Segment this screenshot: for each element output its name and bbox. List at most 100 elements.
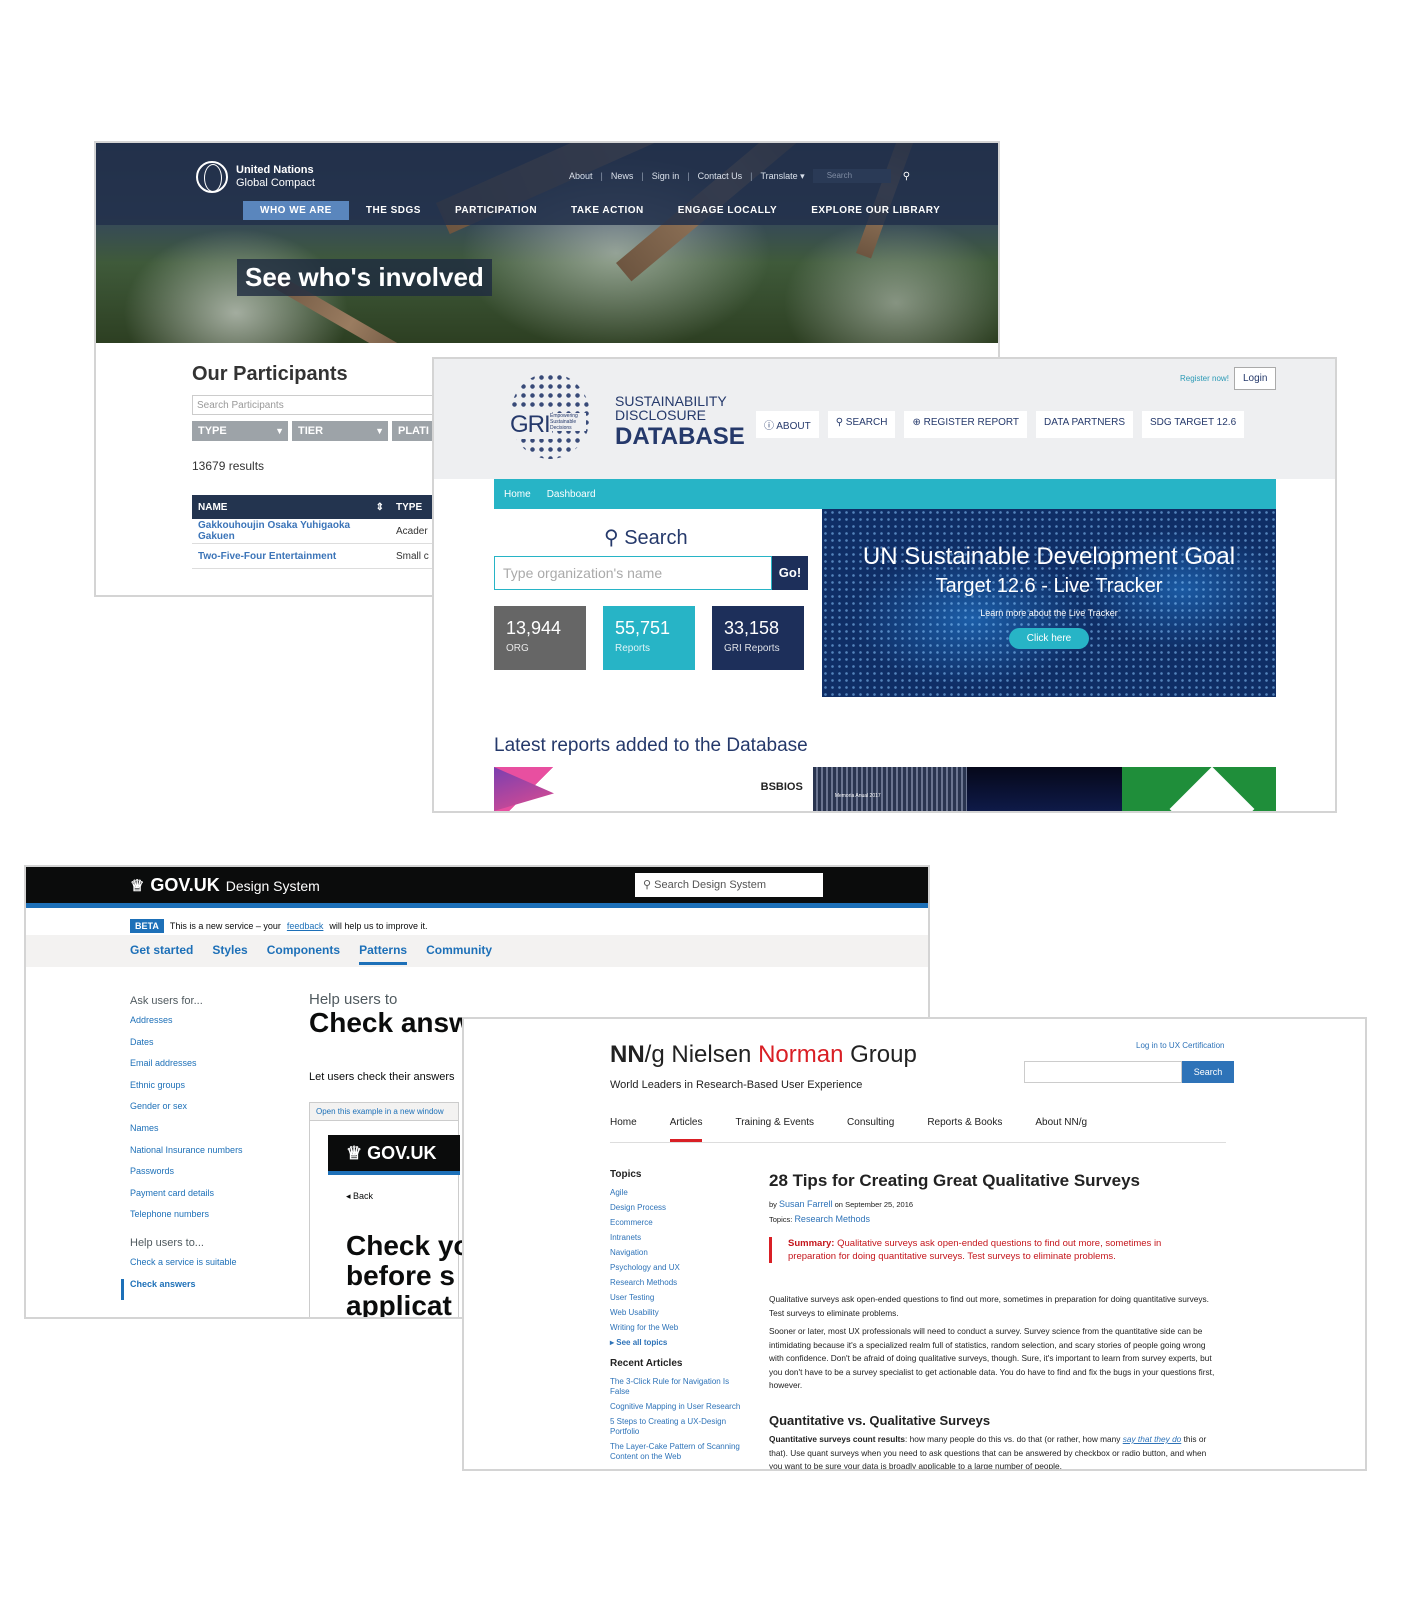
sidebar-item-email[interactable]: Email addresses <box>130 1058 243 1080</box>
sidebar-item-check-answers[interactable]: Check answers <box>121 1278 243 1301</box>
say-that-they-do-link[interactable]: say that they do <box>1123 1434 1182 1444</box>
article-byline: by Susan Farrell on September 25, 2016 T… <box>769 1197 913 1227</box>
nav-sdg-target[interactable]: SDG TARGET 12.6 <box>1142 411 1245 438</box>
ungc-logo[interactable]: United Nations Global Compact <box>196 161 315 193</box>
utility-signin[interactable]: Sign in <box>652 171 680 181</box>
nav-search[interactable]: ⚲ SEARCH <box>827 411 896 438</box>
see-all-topics-link[interactable]: ▸ See all topics <box>610 1335 680 1350</box>
design-system-search-input[interactable]: ⚲ Search Design System <box>635 873 823 897</box>
nav-about-nng[interactable]: About NN/g <box>1035 1117 1087 1142</box>
search-icon[interactable]: ⚲ <box>903 171 910 182</box>
login-button[interactable]: Login <box>1234 367 1277 390</box>
nav-explore-library[interactable]: EXPLORE OUR LIBRARY <box>794 201 957 220</box>
govuk-logo[interactable]: ♕ GOV.UK Design System <box>130 875 320 896</box>
search-button[interactable]: Search <box>1182 1061 1234 1083</box>
nav-who-we-are[interactable]: WHO WE ARE <box>243 201 349 220</box>
column-header-name[interactable]: NAME ⇕ <box>192 495 390 519</box>
nav-participation[interactable]: PARTICIPATION <box>438 201 554 220</box>
filter-type[interactable]: TYPE ▼ <box>192 421 288 441</box>
report-thumbnail[interactable]: BSBIOS <box>648 767 813 811</box>
topic-link[interactable]: Psychology and UX <box>610 1260 680 1275</box>
report-thumbnail[interactable] <box>967 767 1122 811</box>
column-header-type[interactable]: TYPE <box>390 495 435 519</box>
logo-line1: United Nations <box>236 164 314 176</box>
nav-training-events[interactable]: Training & Events <box>735 1117 814 1142</box>
tab-get-started[interactable]: Get started <box>130 943 193 965</box>
tab-community[interactable]: Community <box>426 943 492 965</box>
tab-patterns[interactable]: Patterns <box>359 943 408 965</box>
breadcrumb-home[interactable]: Home <box>504 489 531 500</box>
nav-engage-locally[interactable]: ENGAGE LOCALLY <box>661 201 794 220</box>
utility-translate[interactable]: Translate ▾ <box>760 171 804 182</box>
nav-about[interactable]: ⓘ ABOUT <box>756 411 819 438</box>
nav-articles[interactable]: Articles <box>669 1117 703 1142</box>
topic-link[interactable]: Web Usability <box>610 1305 680 1320</box>
sidebar-item-payment-card[interactable]: Payment card details <box>130 1188 243 1210</box>
topic-link[interactable]: User Testing <box>610 1290 680 1305</box>
participants-search-input[interactable]: Search Participants <box>192 395 452 415</box>
gri-logo[interactable]: GRI Empowering Sustainable Decisions <box>510 373 592 463</box>
sidebar-item-ethnic-groups[interactable]: Ethnic groups <box>130 1080 243 1102</box>
sidebar-item-passwords[interactable]: Passwords <box>130 1166 243 1188</box>
go-button[interactable]: Go! <box>772 556 808 590</box>
topic-link[interactable]: Ecommerce <box>610 1215 680 1230</box>
stat-card-gri-reports[interactable]: 33,158 GRI Reports <box>712 606 804 670</box>
section-heading: Quantitative vs. Qualitative Surveys <box>769 1413 991 1428</box>
nav-data-partners[interactable]: DATA PARTNERS <box>1036 411 1133 438</box>
utility-about[interactable]: About <box>569 171 593 181</box>
report-thumbnail[interactable] <box>494 767 649 811</box>
stat-card-org[interactable]: 13,944 ORG <box>494 606 586 670</box>
nav-reports-books[interactable]: Reports & Books <box>927 1117 1002 1142</box>
recent-article-link[interactable]: 5 Steps to Creating a UX-Design Portfoli… <box>610 1417 750 1437</box>
recent-article-link[interactable]: The 3-Click Rule for Navigation Is False <box>610 1377 750 1397</box>
page-caption: Help users to <box>309 991 398 1008</box>
sidebar-item-ni-numbers[interactable]: National Insurance numbers <box>130 1145 243 1167</box>
nav-the-sdgs[interactable]: THE SDGS <box>349 201 438 220</box>
sidebar-item-telephone[interactable]: Telephone numbers <box>130 1209 243 1231</box>
feedback-link[interactable]: feedback <box>287 921 324 931</box>
topic-research-methods-link[interactable]: Research Methods <box>794 1214 870 1224</box>
topic-link[interactable]: Writing for the Web <box>610 1320 680 1335</box>
organization-search-input[interactable]: Type organization's name <box>494 556 772 590</box>
back-link[interactable]: ◂ Back <box>346 1191 373 1202</box>
utility-contact[interactable]: Contact Us <box>698 171 743 181</box>
sidebar-item-names[interactable]: Names <box>130 1123 243 1145</box>
tab-components[interactable]: Components <box>267 943 340 965</box>
topic-link[interactable]: Design Process <box>610 1200 680 1215</box>
sidebar-item-check-service[interactable]: Check a service is suitable <box>130 1257 243 1279</box>
participant-name[interactable]: Two-Five-Four Entertainment <box>192 543 390 569</box>
header-search-input[interactable]: Search <box>812 169 891 183</box>
stat-card-reports[interactable]: 55,751 Reports <box>603 606 695 670</box>
site-search-input[interactable] <box>1024 1061 1182 1083</box>
topic-link[interactable]: Intranets <box>610 1230 680 1245</box>
recent-article-link[interactable]: Cognitive Mapping in User Research <box>610 1402 750 1412</box>
topic-link[interactable]: Navigation <box>610 1245 680 1260</box>
topic-link[interactable]: Agile <box>610 1185 680 1200</box>
sidebar-item-gender[interactable]: Gender or sex <box>130 1101 243 1123</box>
sidebar-item-dates[interactable]: Dates <box>130 1037 243 1059</box>
filter-tier[interactable]: TIER ▼ <box>292 421 388 441</box>
register-now-link[interactable]: Register now! <box>1180 374 1229 383</box>
nav-home[interactable]: Home <box>610 1117 637 1142</box>
participant-name[interactable]: Gakkouhoujin Osaka Yuhigaoka Gakuen <box>192 519 390 544</box>
utility-news[interactable]: News <box>611 171 634 181</box>
report-thumbnail[interactable] <box>1121 767 1277 811</box>
nav-take-action[interactable]: TAKE ACTION <box>554 201 661 220</box>
open-example-link[interactable]: Open this example in a new window <box>310 1103 458 1121</box>
info-icon: ⓘ <box>764 421 774 432</box>
nav-consulting[interactable]: Consulting <box>847 1117 894 1142</box>
topic-link[interactable]: Research Methods <box>610 1275 680 1290</box>
ux-certification-login-link[interactable]: Log in to UX Certification <box>1136 1041 1225 1050</box>
author-link[interactable]: Susan Farrell <box>779 1199 833 1209</box>
sort-icon[interactable]: ⇕ <box>376 502 384 513</box>
breadcrumb-dashboard[interactable]: Dashboard <box>547 489 596 500</box>
recent-article-link[interactable]: The Layer-Cake Pattern of Scanning Conte… <box>610 1442 750 1462</box>
report-thumbnail[interactable]: Memoria Anual 2017 <box>812 767 968 811</box>
search-icon: ⚲ <box>604 527 619 549</box>
nng-logo[interactable]: NN/g Nielsen Norman Group <box>610 1041 917 1069</box>
sdg-subtitle: Target 12.6 - Live Tracker <box>935 575 1163 597</box>
tab-styles[interactable]: Styles <box>212 943 247 965</box>
sidebar-item-addresses[interactable]: Addresses <box>130 1015 243 1037</box>
nav-register-report[interactable]: ⊕ REGISTER REPORT <box>904 411 1028 438</box>
click-here-button[interactable]: Click here <box>1008 628 1090 649</box>
